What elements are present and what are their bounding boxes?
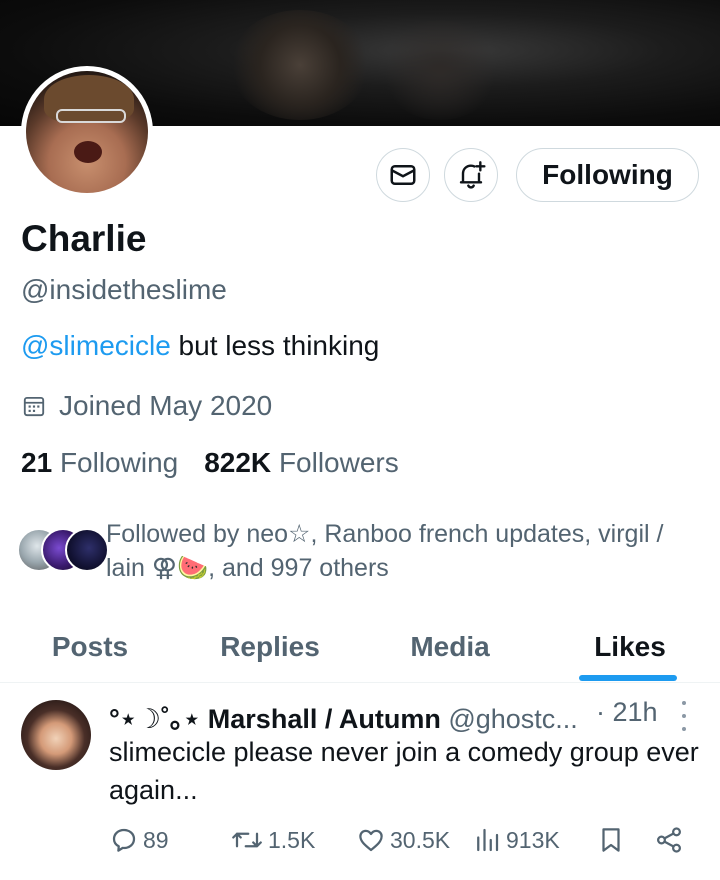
joined-date: Joined May 2020: [21, 390, 272, 422]
bookmark-icon: [602, 828, 620, 852]
post-actions: 89 1.5K 30.5K 913K: [0, 820, 720, 860]
post-timestamp[interactable]: · 21h: [596, 697, 658, 728]
post-author-handle[interactable]: @ghostc...: [448, 704, 577, 734]
repost-button[interactable]: 1.5K: [230, 820, 315, 860]
reply-icon: [112, 828, 136, 852]
views-button[interactable]: 913K: [472, 820, 560, 860]
reply-button[interactable]: 89: [109, 820, 169, 860]
heart-icon: [359, 829, 383, 852]
joined-text: Joined May 2020: [59, 390, 273, 421]
profile-bio: @slimecicle but less thinking: [21, 330, 379, 362]
reply-count: 89: [143, 826, 169, 853]
profile-stats: 21 Following 822K Followers: [21, 447, 399, 479]
tab-likes[interactable]: Likes: [540, 612, 720, 682]
calendar-icon: [23, 396, 45, 417]
avatar-mouth: [74, 141, 102, 163]
followers-label: Followers: [278, 447, 399, 478]
repost-icon: [232, 832, 262, 848]
post-author-name[interactable]: °⋆☽˚｡⋆ Marshall / Autumn: [109, 704, 441, 734]
bio-text: but less thinking: [170, 330, 380, 361]
bell-plus-icon: [459, 161, 486, 189]
banner-image-shadow: [380, 20, 500, 120]
active-tab-indicator: [579, 675, 677, 681]
avatar-glasses: [56, 109, 126, 123]
post-author-avatar[interactable]: [21, 700, 91, 770]
post-text[interactable]: slimecicle please never join a comedy gr…: [109, 733, 699, 809]
message-button[interactable]: [376, 148, 430, 202]
post-header: °⋆☽˚｡⋆ Marshall / Autumn @ghostc...: [109, 697, 578, 736]
banner-image-figure: [230, 10, 370, 120]
follower-avatar: [65, 528, 109, 572]
notify-button[interactable]: [444, 148, 498, 202]
bookmark-button[interactable]: [596, 820, 630, 860]
share-icon: [656, 827, 682, 853]
like-count: 30.5K: [390, 826, 451, 853]
followed-by-avatars[interactable]: [17, 528, 109, 572]
profile-tabs: Posts Replies Media Likes: [0, 612, 720, 683]
profile-handle: @insidetheslime: [21, 274, 227, 305]
avatar-image: [26, 71, 148, 193]
views-chart-icon: [477, 828, 499, 852]
like-button[interactable]: 30.5K: [356, 820, 450, 860]
following-button[interactable]: Following: [516, 148, 699, 202]
tab-media[interactable]: Media: [360, 612, 540, 682]
repost-count: 1.5K: [268, 826, 316, 853]
envelope-icon: [390, 165, 416, 185]
views-count: 913K: [506, 826, 560, 853]
profile-name: Charlie: [21, 218, 147, 259]
following-count-link[interactable]: 21 Following: [21, 447, 178, 478]
following-count: 21: [21, 447, 53, 478]
followers-count: 822K: [204, 447, 272, 478]
followers-count-link[interactable]: 822K Followers: [204, 447, 399, 478]
more-options-icon[interactable]: [674, 701, 694, 731]
share-button[interactable]: [654, 820, 688, 860]
tab-posts[interactable]: Posts: [0, 612, 180, 682]
profile-avatar[interactable]: [21, 66, 153, 198]
following-label: Following: [59, 447, 179, 478]
tab-replies[interactable]: Replies: [180, 612, 360, 682]
followed-by-text[interactable]: Followed by neo☆, Ranboo french updates,…: [106, 517, 706, 585]
bio-mention-link[interactable]: @slimecicle: [21, 330, 171, 361]
